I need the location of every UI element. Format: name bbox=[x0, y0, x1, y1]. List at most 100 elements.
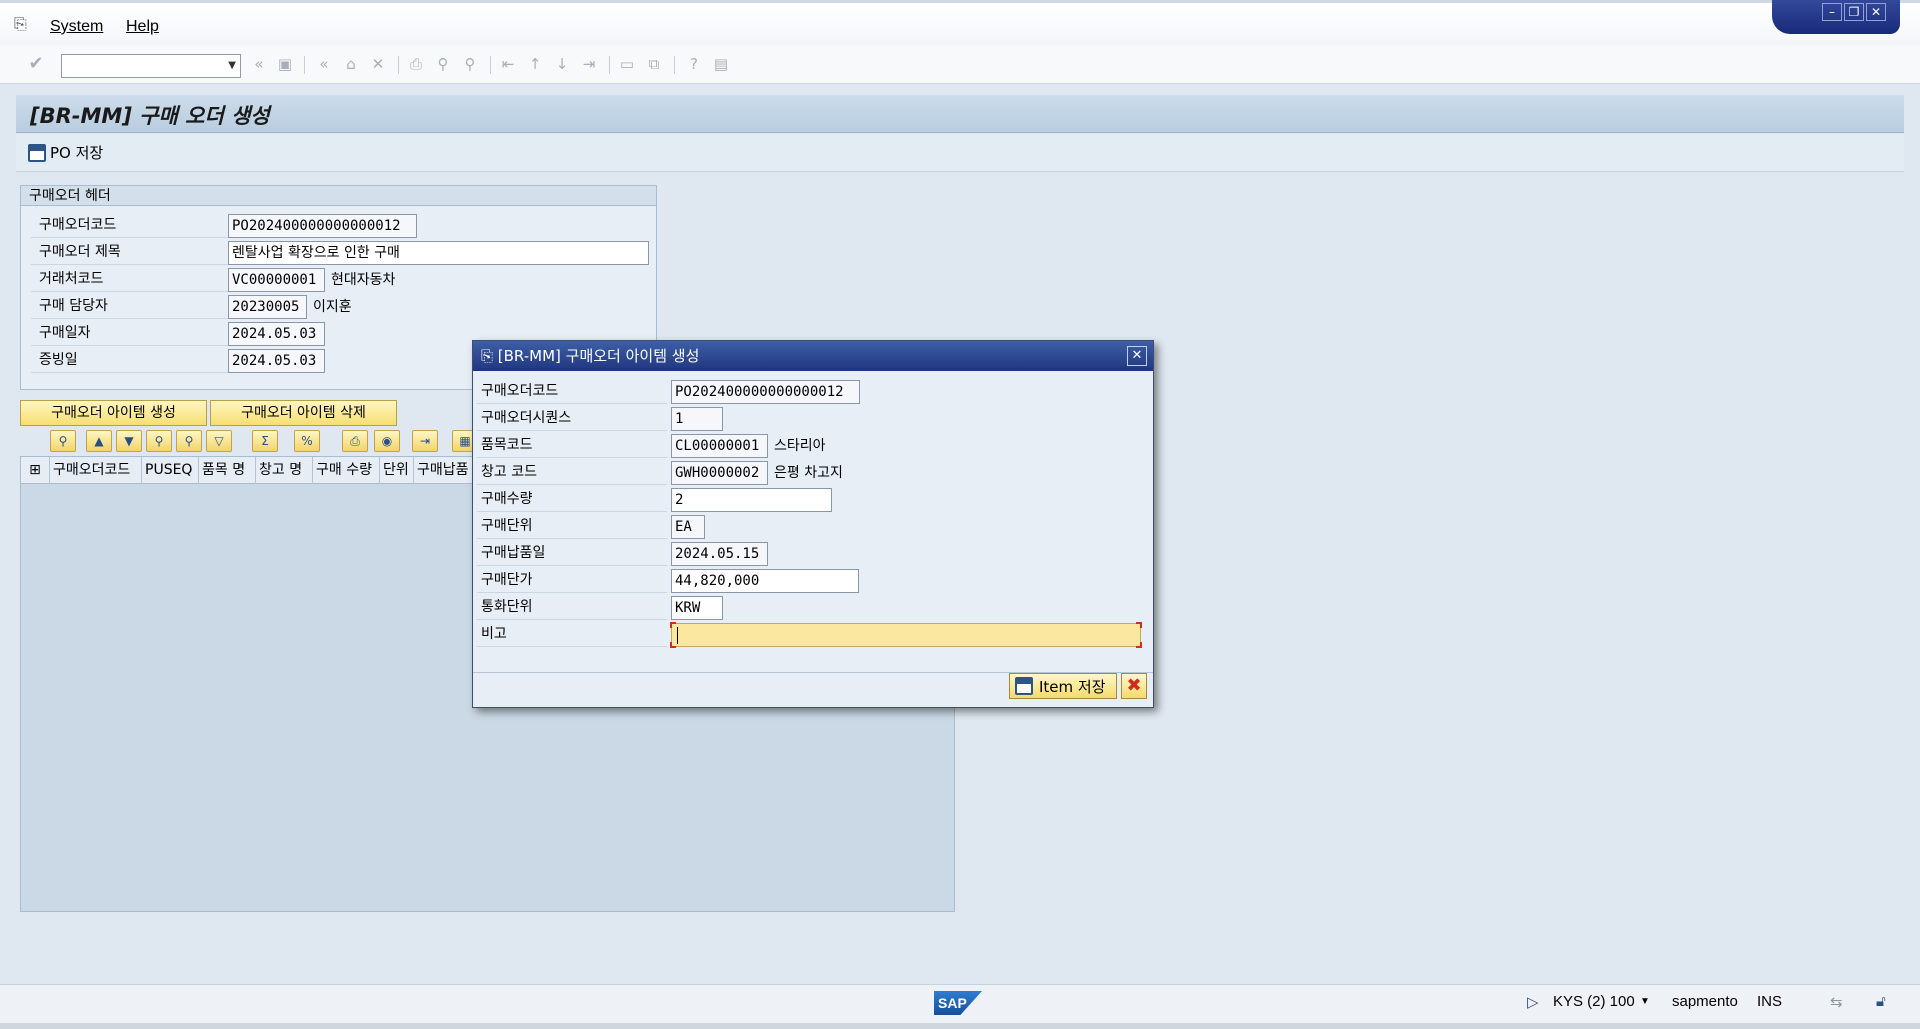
save-icon bbox=[1015, 677, 1033, 695]
help-icon[interactable]: ? bbox=[684, 54, 704, 74]
first-page-icon[interactable]: ⇤ bbox=[498, 54, 518, 74]
window-controls: – ❐ ✕ bbox=[1772, 0, 1900, 34]
remark-field[interactable] bbox=[670, 622, 1142, 648]
taskbar-strip bbox=[0, 1023, 1920, 1029]
chevron-down-icon[interactable]: ▼ bbox=[228, 60, 236, 71]
field-label: 구매오더시퀀스 bbox=[477, 405, 667, 431]
create-item-button[interactable]: 구매오더 아이템 생성 bbox=[20, 400, 207, 426]
po-date-field[interactable]: 2024.05.03 bbox=[228, 322, 325, 346]
system-info: KYS (2) 100 bbox=[1553, 993, 1635, 1010]
exit-icon[interactable]: ⌂ bbox=[341, 54, 361, 74]
title-bar: [BR-MM] 구매 오더 생성 bbox=[16, 95, 1904, 133]
find-icon[interactable]: ⚲ bbox=[433, 54, 453, 74]
print-icon[interactable]: ⎙ bbox=[406, 54, 426, 74]
header-row-vendor: 거래처코드 VC00000001 현대자동차 bbox=[21, 266, 651, 293]
po-title-field[interactable]: 렌탈사업 확장으로 인한 구매 bbox=[228, 241, 649, 265]
warehouse-name: 은평 차고지 bbox=[774, 465, 843, 481]
new-session-icon[interactable]: ▭ bbox=[617, 54, 637, 74]
enter-icon[interactable]: ✔ bbox=[26, 54, 46, 74]
server-name: sapmento bbox=[1672, 993, 1738, 1010]
previous-page-icon[interactable]: ↑ bbox=[525, 54, 545, 74]
sum-icon[interactable]: Σ bbox=[252, 430, 278, 452]
find-icon[interactable]: ⚲ bbox=[146, 430, 172, 452]
sort-ascending-icon[interactable]: ▲ bbox=[86, 430, 112, 452]
currency-field[interactable]: KRW bbox=[671, 596, 723, 620]
views-icon[interactable]: ◉ bbox=[374, 430, 400, 452]
po-code-field[interactable]: PO202400000000000012 bbox=[671, 380, 860, 404]
quantity-field[interactable]: 2 bbox=[671, 488, 832, 512]
column-header[interactable]: 구매오더코드 bbox=[50, 457, 142, 484]
save-icon[interactable]: ▣ bbox=[275, 54, 295, 74]
find-next-icon[interactable]: ⚲ bbox=[460, 54, 480, 74]
menu-bar: ⎘ System Help bbox=[0, 0, 1920, 46]
next-page-icon[interactable]: ↓ bbox=[552, 54, 572, 74]
select-all-icon[interactable]: ⊞ bbox=[21, 457, 50, 484]
sort-descending-icon[interactable]: ▼ bbox=[116, 430, 142, 452]
find-next-icon[interactable]: ⚲ bbox=[176, 430, 202, 452]
vendor-code-field[interactable]: VC00000001 bbox=[228, 268, 325, 292]
sap-logo: SAP bbox=[934, 991, 982, 1015]
menu-help[interactable]: Help bbox=[126, 18, 159, 36]
warehouse-code-field[interactable]: GWH0000002 bbox=[671, 461, 768, 485]
close-icon[interactable]: ✕ bbox=[1866, 3, 1886, 21]
document-date-field[interactable]: 2024.05.03 bbox=[228, 349, 325, 373]
delete-item-button[interactable]: 구매오더 아이템 삭제 bbox=[210, 400, 397, 426]
buyer-id-field[interactable]: 20230005 bbox=[228, 295, 307, 319]
material-code-field[interactable]: CL00000001 bbox=[671, 434, 768, 458]
lock-icon[interactable]: 🔓︎ bbox=[1876, 993, 1886, 1010]
chevron-down-icon[interactable]: ▼ bbox=[1640, 996, 1650, 1007]
cancel-icon[interactable]: ✕ bbox=[368, 54, 388, 74]
connection-icon[interactable]: ⇆ bbox=[1830, 993, 1843, 1011]
unit-field[interactable]: EA bbox=[671, 515, 705, 539]
last-page-icon[interactable]: ⇥ bbox=[579, 54, 599, 74]
column-header[interactable]: 품목 명 bbox=[199, 457, 256, 484]
field-label: 구매 담당자 bbox=[31, 293, 231, 319]
buyer-name: 이지훈 bbox=[313, 299, 352, 315]
field-label: 구매오더 제목 bbox=[31, 239, 231, 265]
unit-price-field[interactable]: 44,820,000 bbox=[671, 569, 859, 593]
po-code-field[interactable]: PO202400000000000012 bbox=[228, 214, 417, 238]
dialog-row-material: 품목코드 CL00000001 스타리아 bbox=[477, 432, 1147, 459]
delivery-date-field[interactable]: 2024.05.15 bbox=[671, 542, 768, 566]
material-name: 스타리아 bbox=[774, 438, 826, 454]
field-label: 구매단가 bbox=[477, 567, 667, 593]
layout-icon[interactable]: ▤ bbox=[711, 54, 731, 74]
po-save-button[interactable]: PO 저장 bbox=[28, 142, 103, 163]
item-save-label: Item 저장 bbox=[1039, 677, 1106, 696]
command-field[interactable]: ▼ bbox=[61, 54, 241, 78]
print-icon[interactable]: ⎙ bbox=[342, 430, 368, 452]
column-header[interactable]: 창고 명 bbox=[256, 457, 313, 484]
dialog-row-po-code: 구매오더코드 PO202400000000000012 bbox=[477, 378, 1147, 405]
subtotal-icon[interactable]: % bbox=[294, 430, 320, 452]
create-item-dialog: ⎘ [BR-MM] 구매오더 아이템 생성 ✕ 구매오더코드 PO2024000… bbox=[472, 340, 1154, 708]
header-row-buyer: 구매 담당자 20230005 이지훈 bbox=[21, 293, 651, 320]
text-cursor bbox=[677, 627, 678, 644]
details-icon[interactable]: ⚲ bbox=[50, 430, 76, 452]
back-history-icon[interactable]: « bbox=[249, 54, 269, 74]
insert-mode: INS bbox=[1757, 993, 1783, 1010]
back-icon[interactable]: « bbox=[314, 54, 334, 74]
column-header[interactable]: 구매납품 bbox=[414, 457, 474, 484]
dialog-row-unit-price: 구매단가 44,820,000 bbox=[477, 567, 1147, 594]
status-toggle-icon[interactable]: ▷ bbox=[1527, 993, 1539, 1011]
column-header[interactable]: PUSEQ bbox=[142, 457, 199, 484]
item-save-button[interactable]: Item 저장 bbox=[1009, 673, 1117, 699]
field-label: 거래처코드 bbox=[31, 266, 231, 292]
dialog-close-icon[interactable]: ✕ bbox=[1127, 346, 1147, 366]
menu-system[interactable]: System bbox=[50, 18, 103, 36]
cancel-icon[interactable]: ✖ bbox=[1121, 673, 1147, 699]
restore-icon[interactable]: ❐ bbox=[1844, 3, 1864, 21]
minimize-icon[interactable]: – bbox=[1822, 3, 1842, 21]
dialog-title-bar: ⎘ [BR-MM] 구매오더 아이템 생성 ✕ bbox=[473, 341, 1153, 371]
column-header[interactable]: 구매 수량 bbox=[313, 457, 380, 484]
po-sequence-field[interactable]: 1 bbox=[671, 407, 723, 431]
dialog-row-warehouse: 창고 코드 GWH0000002 은평 차고지 bbox=[477, 459, 1147, 486]
dialog-row-quantity: 구매수량 2 bbox=[477, 486, 1147, 513]
sap-menu-icon[interactable]: ⎘ bbox=[14, 14, 27, 34]
export-icon[interactable]: ⇥ bbox=[412, 430, 438, 452]
shortcut-icon[interactable]: ⧉ bbox=[644, 54, 664, 74]
filter-icon[interactable]: ▽ bbox=[206, 430, 232, 452]
field-label: 품목코드 bbox=[477, 432, 667, 458]
dialog-row-po-seq: 구매오더시퀀스 1 bbox=[477, 405, 1147, 432]
column-header[interactable]: 단위 bbox=[380, 457, 414, 484]
